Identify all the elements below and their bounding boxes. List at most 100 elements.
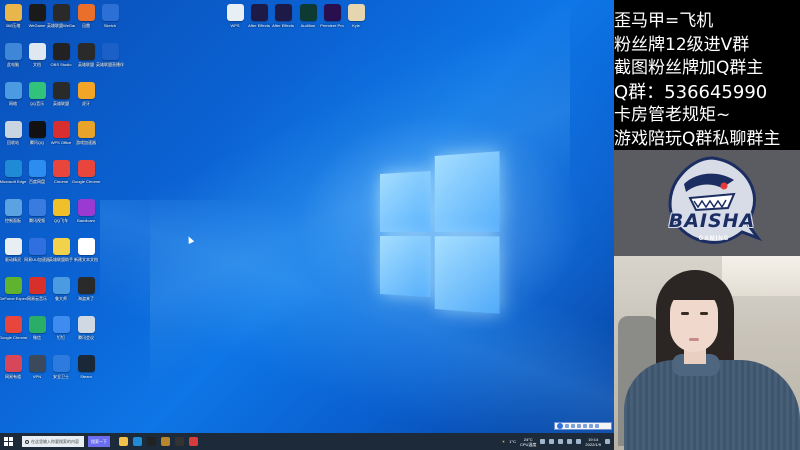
clock-date: 2022/1/9 <box>585 441 601 447</box>
toolbar-icon[interactable] <box>583 424 587 428</box>
note-line: 歪马甲=飞机 <box>614 11 714 31</box>
lol-icon <box>52 4 70 21</box>
cpu-temp-widget[interactable]: 24°C CPU温度 <box>520 437 536 447</box>
desktop[interactable]: 360压缩WeGame英雄联盟WeGame版迅雷 Sketch 此电脑文档OBS S… <box>0 0 614 433</box>
windows-start-icon <box>3 437 13 446</box>
notification-icon[interactable] <box>605 439 610 444</box>
desktop-icon[interactable]: 英雄联盟 <box>74 43 98 67</box>
desktop-icon[interactable]: Bandicam <box>74 199 98 223</box>
file-explorer-icon[interactable] <box>119 437 128 446</box>
desktop-icon[interactable]: 网络 <box>1 82 25 106</box>
desktop-icon[interactable]: 腾讯视频 <box>25 199 49 223</box>
desktop-icon[interactable]: Sketch <box>98 4 122 28</box>
toolbar-icon[interactable] <box>589 424 593 428</box>
streamer-eye <box>681 312 689 315</box>
tray-icon[interactable] <box>558 439 564 444</box>
desktop-icon[interactable]: Steam <box>74 355 98 379</box>
desktop-icon[interactable]: Kyle <box>344 4 368 28</box>
desktop-icon[interactable]: Chrome <box>49 160 73 184</box>
desktop-icon[interactable]: 微信 <box>25 316 49 340</box>
desktop-icon[interactable]: 英雄联盟助手 <box>49 238 73 262</box>
desktop-icon[interactable]: 鲁大师 <box>49 277 73 301</box>
desktop-icon[interactable]: 网易云音乐 <box>25 277 49 301</box>
desktop-icon[interactable]: 海盗来了 <box>74 277 98 301</box>
taskbar-search-input[interactable]: 在这里输入你要搜索的内容 <box>22 436 84 447</box>
desktop-icon[interactable]: WPS Office <box>49 121 73 145</box>
volume-icon[interactable] <box>576 439 582 444</box>
steam-icon <box>77 355 95 372</box>
desktop-icon[interactable]: 腾讯QQ <box>25 121 49 145</box>
app-icon <box>77 199 95 216</box>
search-button[interactable]: 搜索一下 <box>88 436 110 447</box>
network-icon[interactable] <box>567 439 573 444</box>
desktop-icon[interactable]: 此电脑 <box>1 43 25 67</box>
desktop-icon[interactable]: After Effects <box>271 4 295 28</box>
desktop-icon[interactable]: OBS Studio <box>49 43 73 67</box>
tray-icon[interactable] <box>549 439 555 444</box>
desktop-icon[interactable]: 网易有道 <box>1 355 25 379</box>
toolbar-icon[interactable] <box>595 424 599 428</box>
desktop-icon[interactable]: 英雄联盟WeGame版 <box>47 4 75 28</box>
desktop-icon-label: 游戏加速器 <box>76 140 96 145</box>
edge-icon[interactable] <box>133 437 142 446</box>
note-line: 粉丝牌12级进V群 <box>614 34 750 55</box>
desktop-icon[interactable]: 游戏加速器 <box>74 121 98 145</box>
desktop-icon-label: 鲁大师 <box>55 296 67 301</box>
ae-icon <box>274 4 292 21</box>
desktop-icon[interactable]: 英雄联盟直播伴侣 <box>96 43 124 67</box>
weather-icon[interactable]: ☀ <box>502 439 506 444</box>
obs-icon[interactable] <box>175 437 184 446</box>
desktop-icon[interactable]: Audition <box>296 4 320 28</box>
desktop-icon[interactable]: 控制面板 <box>1 199 25 223</box>
app-icon <box>4 238 22 255</box>
note-line: Q群：536645990 <box>614 81 768 103</box>
desktop-icon-label: QQ飞车 <box>53 218 69 223</box>
desktop-icon[interactable]: QQ飞车 <box>49 199 73 223</box>
app-icon[interactable] <box>189 437 198 446</box>
desktop-icon[interactable]: 网易UU加速器 <box>24 238 50 262</box>
desktop-icon[interactable]: Google Chrome <box>72 160 100 184</box>
desktop-icon[interactable]: 360压缩 <box>1 4 25 28</box>
desktop-icon-label: WPS Office <box>50 140 72 145</box>
app-icon[interactable] <box>147 437 156 446</box>
clock[interactable]: 19:14 2022/1/9 <box>585 437 601 447</box>
desktop-icon[interactable]: 回收站 <box>1 121 25 145</box>
desktop-icon[interactable]: 新建文本文档 <box>74 238 98 262</box>
desktop-icon[interactable]: 钉钉 <box>49 316 73 340</box>
weather-temp: 1°C <box>509 439 516 444</box>
desktop-icon[interactable]: 百度网盘 <box>25 160 49 184</box>
desktop-icon[interactable]: 驱动精灵 <box>1 238 25 262</box>
chrome-icon <box>77 160 95 177</box>
desktop-icon[interactable]: 安全卫士 <box>49 355 73 379</box>
desktop-icon[interactable]: WeGame <box>25 4 49 28</box>
desktop-icon[interactable]: 文档 <box>25 43 49 67</box>
desktop-icon[interactable]: 腾讯会议 <box>74 316 98 340</box>
desktop-icon[interactable]: After Effects <box>247 4 271 28</box>
desktop-icon[interactable]: WPS <box>223 4 247 28</box>
toolbar-icon[interactable] <box>571 424 575 428</box>
toolbar-logo-icon[interactable] <box>557 423 563 429</box>
desktop-icon[interactable]: 迅雷 <box>74 4 98 28</box>
app-icon <box>4 355 22 372</box>
desktop-icon[interactable]: 虎牙 <box>74 82 98 106</box>
toolbar-icon[interactable] <box>577 424 581 428</box>
streamer-eye <box>700 312 708 315</box>
desktop-icon[interactable]: VPN <box>25 355 49 379</box>
wps-icon <box>52 121 70 138</box>
lol-icon <box>52 82 70 99</box>
desktop-icon[interactable]: Premiere Pro <box>320 4 344 28</box>
start-button[interactable] <box>0 433 16 450</box>
wegame-icon <box>28 4 46 21</box>
lol-icon[interactable] <box>161 437 170 446</box>
desktop-icon[interactable]: 英雄联盟 <box>49 82 73 106</box>
floating-toolbar[interactable] <box>554 422 612 430</box>
desktop-icon[interactable]: QQ音乐 <box>25 82 49 106</box>
desktop-icon[interactable]: Microsoft Edge <box>0 160 26 184</box>
app-icon <box>28 355 46 372</box>
desktop-icon[interactable]: GeForce Experience <box>0 277 27 301</box>
tray-icon[interactable] <box>540 439 546 444</box>
desktop-icon[interactable]: Google Chrome <box>0 316 27 340</box>
taskbar-pinned-apps <box>114 437 198 446</box>
desktop-icon-label: 英雄联盟直播伴侣 <box>96 62 124 67</box>
toolbar-icon[interactable] <box>565 424 569 428</box>
